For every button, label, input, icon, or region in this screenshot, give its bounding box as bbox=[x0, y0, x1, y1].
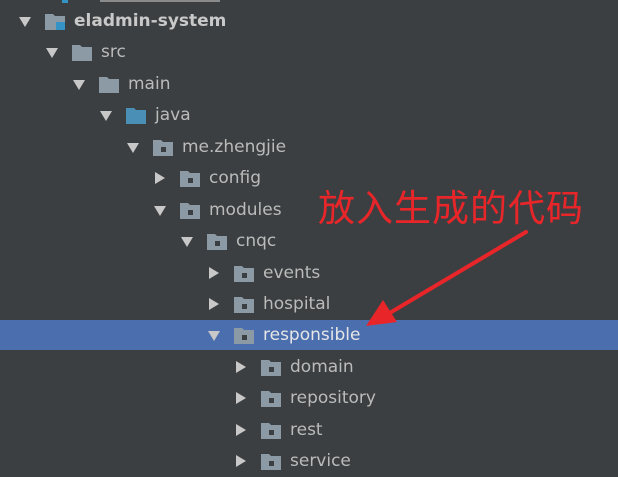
tree-node-label: config bbox=[209, 168, 262, 188]
package-icon bbox=[261, 390, 281, 407]
package-icon bbox=[180, 202, 200, 219]
chevron-down-icon[interactable] bbox=[19, 17, 31, 27]
tree-node-label: events bbox=[263, 263, 321, 283]
tree-node-main[interactable]: main bbox=[0, 69, 618, 100]
tree-node-label: src bbox=[101, 42, 126, 62]
tree-node-repository[interactable]: repository bbox=[0, 383, 618, 414]
chevron-right-icon[interactable] bbox=[236, 424, 246, 436]
chevron-down-icon[interactable] bbox=[127, 143, 139, 153]
chevron-down-icon[interactable] bbox=[100, 111, 112, 121]
tree-node-rest[interactable]: rest bbox=[0, 415, 618, 446]
package-icon bbox=[234, 296, 254, 313]
tree-node-java[interactable]: java bbox=[0, 100, 618, 131]
chevron-right-icon[interactable] bbox=[209, 267, 219, 279]
chevron-right-icon[interactable] bbox=[209, 298, 219, 310]
chevron-down-icon[interactable] bbox=[208, 331, 220, 341]
folder-icon bbox=[99, 76, 119, 93]
chevron-right-icon[interactable] bbox=[155, 172, 165, 184]
package-icon bbox=[234, 327, 254, 344]
package-icon bbox=[153, 139, 173, 156]
tree-node-domain[interactable]: domain bbox=[0, 352, 618, 383]
tree-node-hospital[interactable]: hospital bbox=[0, 289, 618, 320]
tree-node-events[interactable]: events bbox=[0, 258, 618, 289]
project-tree: eladmin-system src main java me.zhengjie conf… bbox=[0, 0, 618, 477]
source-folder-icon bbox=[126, 107, 146, 124]
package-icon bbox=[261, 422, 281, 439]
tree-node-label: repository bbox=[290, 388, 376, 408]
tree-node-label: responsible bbox=[263, 325, 361, 345]
chevron-down-icon[interactable] bbox=[73, 80, 85, 90]
chevron-down-icon[interactable] bbox=[181, 237, 193, 247]
module-folder-icon bbox=[45, 13, 65, 30]
package-icon bbox=[207, 233, 227, 250]
package-icon bbox=[180, 170, 200, 187]
chevron-down-icon[interactable] bbox=[46, 48, 58, 58]
folder-icon bbox=[72, 44, 92, 61]
tree-node-me-zhengjie[interactable]: me.zhengjie bbox=[0, 132, 618, 163]
chevron-down-icon[interactable] bbox=[154, 206, 166, 216]
package-icon bbox=[261, 359, 281, 376]
tree-node-label: me.zhengjie bbox=[182, 137, 287, 157]
tree-node-label: cnqc bbox=[236, 231, 277, 251]
tree-node-src[interactable]: src bbox=[0, 37, 618, 68]
annotation-text: 放入生成的代码 bbox=[318, 187, 584, 230]
tree-node-label: main bbox=[128, 74, 171, 94]
tree-node-label: service bbox=[290, 451, 351, 471]
tree-node-label: java bbox=[155, 105, 191, 125]
tree-node-label: rest bbox=[290, 420, 323, 440]
tree-node-label: hospital bbox=[263, 294, 331, 314]
tree-node-label: modules bbox=[209, 200, 282, 220]
chevron-right-icon[interactable] bbox=[236, 361, 246, 373]
chevron-right-icon[interactable] bbox=[236, 455, 246, 467]
tree-node-responsible[interactable]: responsible bbox=[0, 320, 618, 350]
package-icon bbox=[234, 265, 254, 282]
chevron-right-icon[interactable] bbox=[236, 392, 246, 404]
tree-node-service[interactable]: service bbox=[0, 446, 618, 477]
package-icon bbox=[261, 453, 281, 470]
tree-node-label: eladmin-system bbox=[74, 11, 227, 31]
tree-node-label: domain bbox=[290, 357, 354, 377]
tree-node-eladmin-system[interactable]: eladmin-system bbox=[0, 6, 618, 37]
